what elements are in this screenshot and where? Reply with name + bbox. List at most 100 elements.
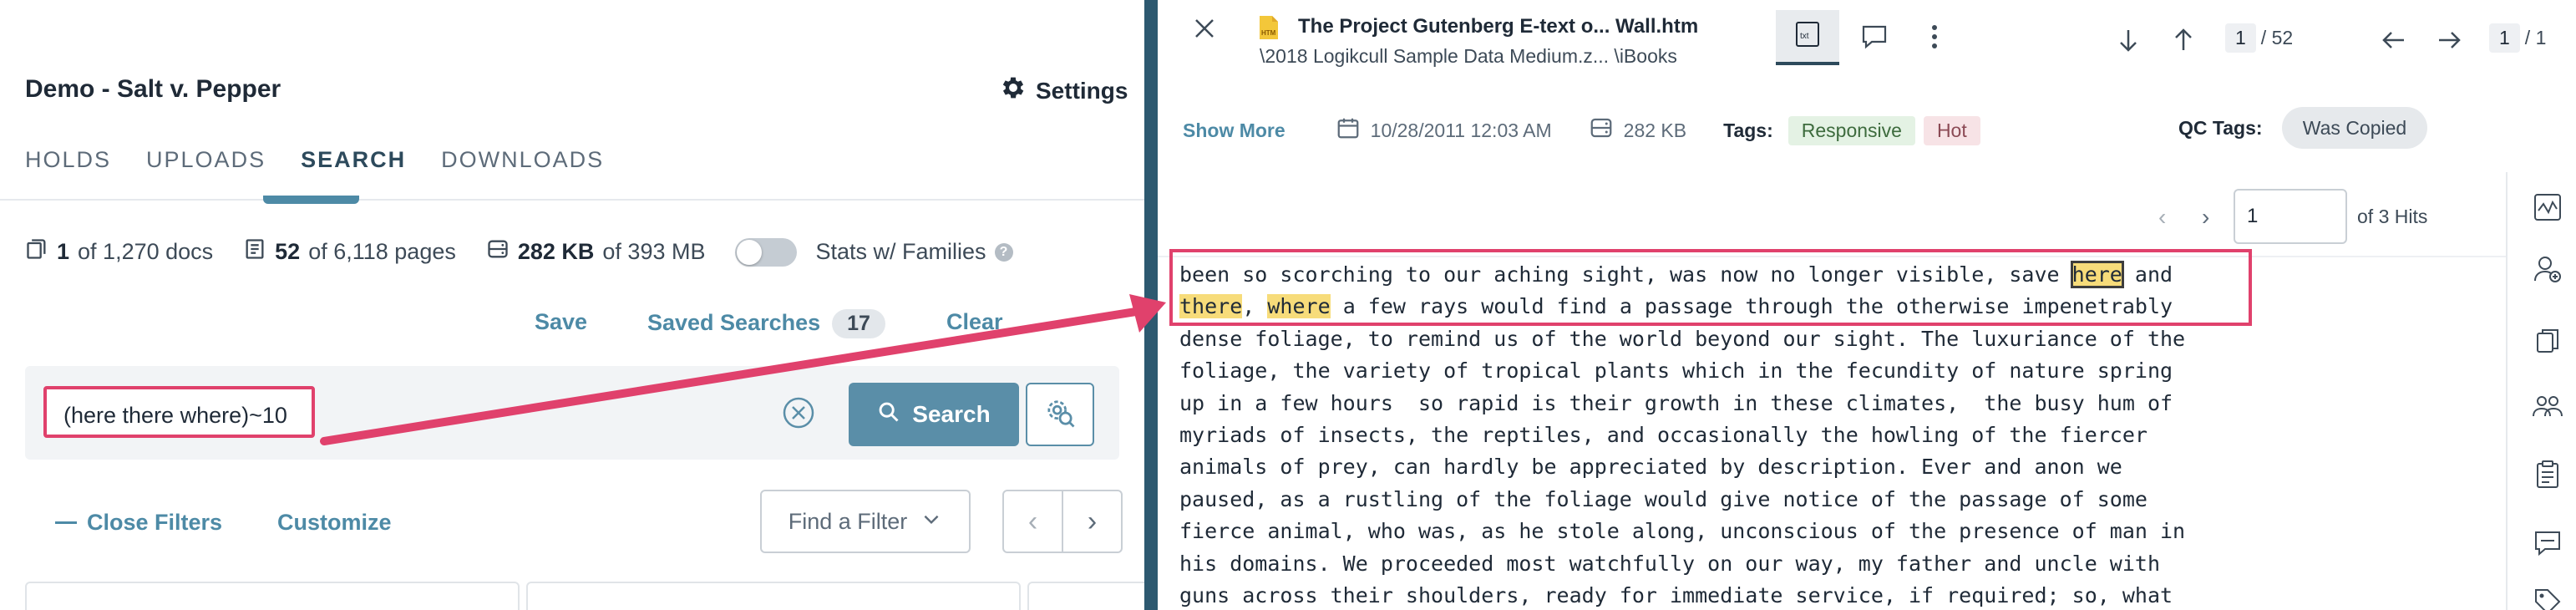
saved-searches-count: 17 xyxy=(832,309,885,338)
text-line: his domains. We proceeded most watchfull… xyxy=(1179,551,2160,576)
doc-current[interactable]: 1 xyxy=(2489,23,2520,53)
search-stats: 1 of 1,270 docs 52 of 6,118 pages 282 KB… xyxy=(25,237,1013,267)
pages-current: 52 xyxy=(275,239,301,264)
find-filter-dropdown[interactable]: Find a Filter xyxy=(760,490,971,553)
saved-searches-link[interactable]: Saved Searches 17 xyxy=(647,309,885,338)
tab-holds[interactable]: HOLDS xyxy=(25,147,111,173)
matter-title: Demo - Salt v. Pepper xyxy=(25,75,281,103)
document-size: 282 KB xyxy=(1623,119,1687,141)
document-title: The Project Gutenberg E-text o... Wall.h… xyxy=(1298,15,1699,38)
size-current: 282 KB xyxy=(517,239,595,264)
text-line: myriads of insects, the reptiles, and oc… xyxy=(1179,423,2148,448)
help-icon[interactable]: ? xyxy=(994,242,1013,262)
clipboard-icon[interactable] xyxy=(2531,458,2564,491)
tab-downloads[interactable]: DOWNLOADS xyxy=(441,147,604,173)
advanced-search-button[interactable] xyxy=(1026,383,1094,446)
text-line: paused, as a rustling of the foliage wou… xyxy=(1179,486,2148,511)
search-button-label: Search xyxy=(912,401,991,427)
families-label: Stats w/ Families xyxy=(815,239,986,264)
storage-icon xyxy=(486,237,510,267)
doc-total: / 1 xyxy=(2524,27,2547,48)
active-tab-indicator xyxy=(263,196,359,204)
arrow-up-icon[interactable] xyxy=(2167,23,2200,57)
html-file-icon: HTM xyxy=(1255,13,1283,42)
text-line: guns across their shoulders, ready for i… xyxy=(1179,583,2173,608)
size-item: 282 KB xyxy=(1589,115,1686,145)
docs-total: of 1,270 docs xyxy=(78,239,214,264)
clear-search-icon[interactable] xyxy=(782,396,815,430)
previous-hit-icon[interactable]: ‹ xyxy=(2158,204,2166,231)
activity-chart-icon[interactable] xyxy=(2531,191,2564,224)
tag-icon[interactable] xyxy=(2531,585,2564,610)
page-current-input[interactable]: 1 xyxy=(2225,23,2256,53)
more-options-icon[interactable] xyxy=(1926,20,1943,53)
chevron-left-icon[interactable]: ‹ xyxy=(1004,491,1062,552)
page-indicator: 1 / 52 xyxy=(2225,23,2293,53)
search-panel: Demo - Salt v. Pepper Settings HOLDS UPL… xyxy=(0,0,1144,610)
annotation-highlight-box xyxy=(1169,249,2252,326)
qc-tag-was-copied[interactable]: Was Copied xyxy=(2282,107,2427,149)
text-line: foliage, the variety of tropical plants … xyxy=(1179,358,2173,384)
search-icon xyxy=(877,400,900,430)
filter-card xyxy=(1027,582,1144,610)
arrow-left-icon[interactable] xyxy=(2377,23,2411,57)
gear-icon xyxy=(999,74,1027,108)
text-line: up in a few hours so rapid is their grow… xyxy=(1179,390,2173,415)
page-total: / 52 xyxy=(2260,27,2294,48)
docs-stat: 1 of 1,270 docs xyxy=(25,237,213,267)
hit-count: of 3 Hits xyxy=(2357,206,2428,227)
search-input[interactable]: (here there where)~10 xyxy=(43,386,315,438)
docs-current: 1 xyxy=(57,239,70,264)
toggle-knob xyxy=(737,239,763,265)
document-metadata: Show More 10/28/2011 12:03 AM 282 KB Tag… xyxy=(1183,115,1980,145)
minus-icon xyxy=(55,521,77,524)
right-sidebar-divider xyxy=(2506,172,2508,610)
page-icon xyxy=(243,237,266,267)
document-viewer: HTM The Project Gutenberg E-text o... Wa… xyxy=(1158,0,2576,610)
tag-hot[interactable]: Hot xyxy=(1923,115,1980,145)
filter-card xyxy=(25,582,520,610)
main-nav-tabs: HOLDS UPLOADS SEARCH DOWNLOADS xyxy=(25,147,604,173)
save-search-link[interactable]: Save xyxy=(535,309,587,335)
date-item: 10/28/2011 12:03 AM xyxy=(1336,115,1552,145)
filter-pager: ‹ › xyxy=(1002,490,1123,553)
close-filters-button[interactable]: Close Filters xyxy=(55,510,222,536)
document-indicator: 1 / 1 xyxy=(2489,23,2546,53)
search-button[interactable]: Search xyxy=(849,383,1019,446)
size-total: of 393 MB xyxy=(602,239,706,264)
clear-link[interactable]: Clear xyxy=(946,309,1003,335)
close-filters-label: Close Filters xyxy=(87,510,223,535)
next-hit-icon[interactable]: › xyxy=(2202,204,2209,231)
saved-searches-label: Saved Searches xyxy=(647,310,821,335)
add-user-icon[interactable] xyxy=(2531,252,2564,286)
tab-uploads[interactable]: UPLOADS xyxy=(146,147,266,173)
size-stat: 282 KB of 393 MB xyxy=(486,237,706,267)
copy-icon[interactable] xyxy=(2531,324,2564,358)
comment-view-icon[interactable] xyxy=(1858,20,1891,53)
qc-tags-label: QC Tags: xyxy=(2178,117,2263,139)
txt-label: txt xyxy=(1800,32,1809,41)
comment-icon[interactable] xyxy=(2531,526,2564,560)
customize-button[interactable]: Customize xyxy=(277,510,392,536)
txt-file-icon: txt xyxy=(1793,20,1822,53)
documents-icon xyxy=(25,237,48,267)
tag-responsive[interactable]: Responsive xyxy=(1787,115,1915,145)
find-filter-label: Find a Filter xyxy=(788,508,908,534)
users-icon[interactable] xyxy=(2531,389,2564,423)
settings-button[interactable]: Settings xyxy=(999,74,1128,108)
close-icon[interactable] xyxy=(1188,12,1221,45)
tab-search[interactable]: SEARCH xyxy=(301,147,406,173)
svg-text:HTM: HTM xyxy=(1261,29,1276,37)
chevron-right-icon[interactable]: › xyxy=(1062,491,1121,552)
arrow-down-icon[interactable] xyxy=(2112,23,2145,57)
families-toggle[interactable] xyxy=(735,237,798,267)
settings-label: Settings xyxy=(1036,77,1128,104)
text-view-tab[interactable]: txt xyxy=(1776,10,1839,65)
chevron-down-icon xyxy=(920,508,942,536)
arrow-right-icon[interactable] xyxy=(2432,23,2466,57)
text-line: fierce animal, who was, as he stole alon… xyxy=(1179,519,2186,544)
show-more-link[interactable]: Show More xyxy=(1183,119,1285,142)
hit-number-input[interactable]: 1 xyxy=(2234,189,2347,244)
storage-icon xyxy=(1589,115,1614,145)
panel-divider[interactable] xyxy=(1144,0,1158,610)
